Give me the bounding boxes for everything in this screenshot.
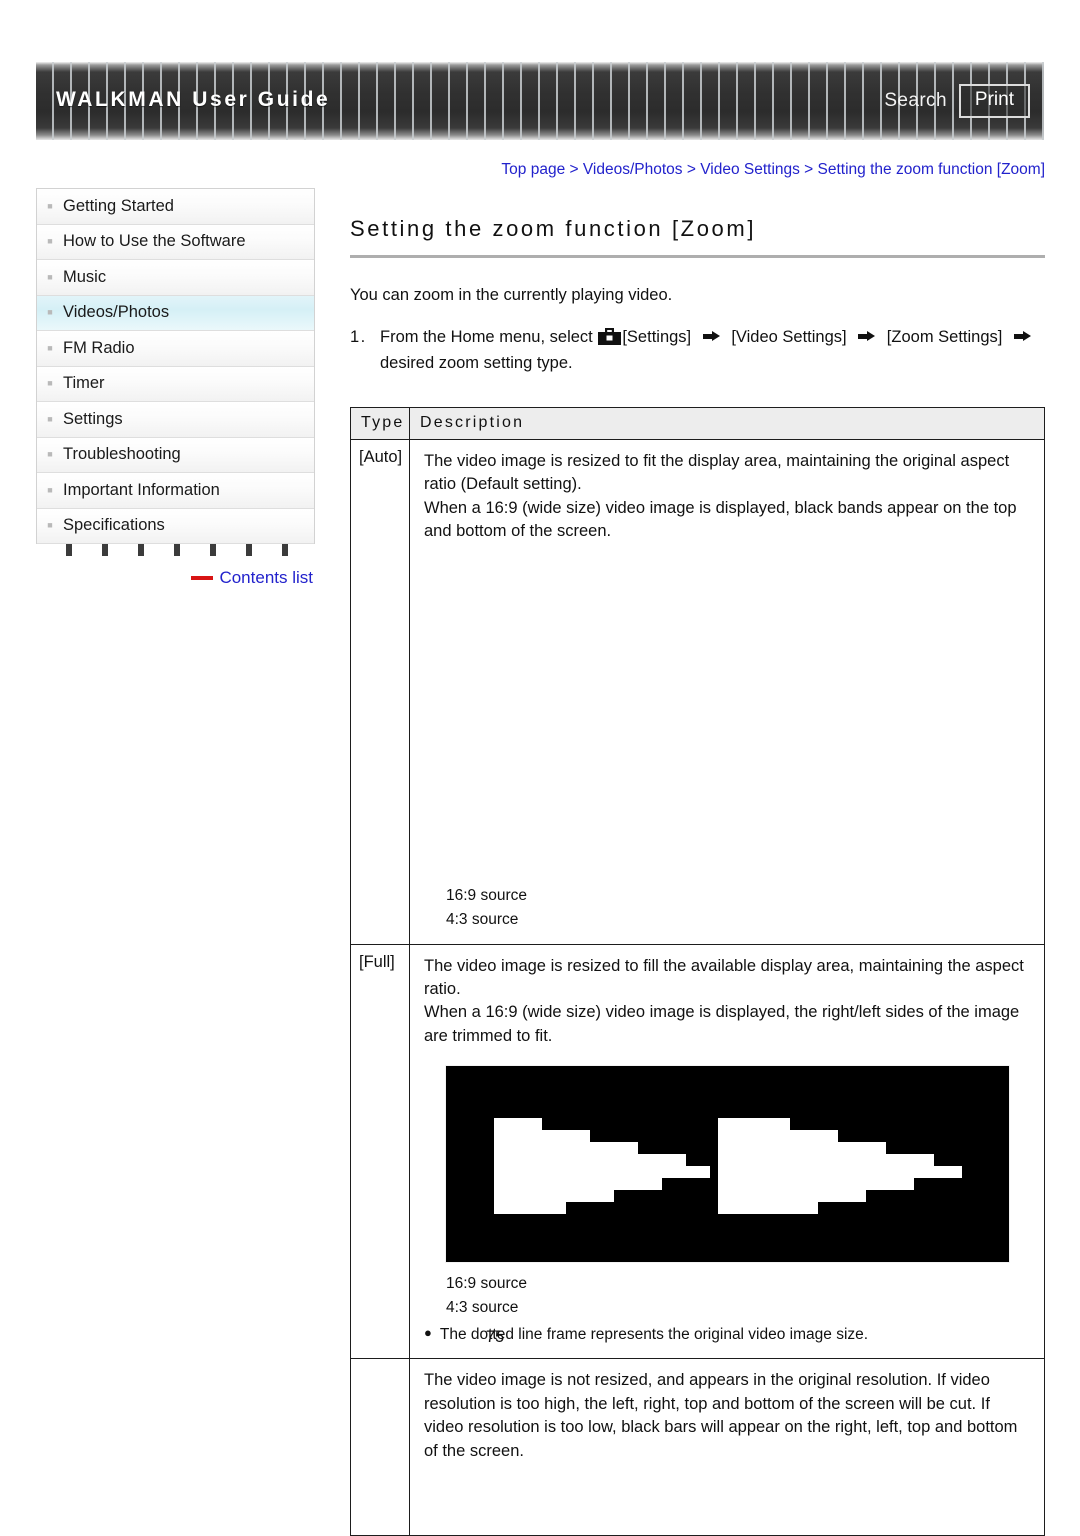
sidebar-item-fm-radio[interactable]: ■ FM Radio (37, 331, 314, 367)
step-body: From the Home menu, select [Settings] [V… (380, 324, 1045, 377)
description-line: The video image is resized to fill the a… (424, 956, 1024, 998)
page-title: Setting the zoom function [Zoom] (350, 216, 757, 242)
site-header: WALKMAN User Guide Search Print (36, 62, 1044, 140)
sidebar-item-label: Important Information (63, 480, 220, 499)
sidebar-item-label: Settings (63, 409, 123, 428)
contents-list-row: Contents list (36, 568, 315, 588)
sidebar-item-settings[interactable]: ■ Settings (37, 402, 314, 438)
row-type-auto: [Auto] (350, 438, 410, 945)
full-sample-image (445, 1065, 1010, 1264)
right-arrow-icon (858, 331, 876, 342)
column-header-description: Description (409, 406, 1045, 440)
sidebar-item-videos-photos[interactable]: ■ Videos/Photos (37, 295, 314, 331)
search-link[interactable]: Search (884, 90, 947, 112)
caption-4-3-source: 4:3 source (446, 910, 519, 928)
print-button[interactable]: Print (958, 84, 1030, 118)
step-number: 1. (350, 328, 367, 347)
table-row: [Full] The video image is resized to fil… (350, 943, 1045, 1360)
zoom-types-table: Type Description [Auto] The video image … (350, 406, 1045, 1536)
toolbox-icon (598, 327, 622, 346)
right-arrow-icon (702, 331, 720, 342)
description-line: The video image is resized to fit the di… (424, 451, 1010, 494)
description-line: When a 16:9 (wide size) video image is d… (424, 498, 1017, 541)
caption-4-3-source: 4:3 source (446, 1299, 519, 1317)
bullet-icon: ■ (47, 307, 53, 318)
auto-sample-image (446, 553, 1009, 884)
step-text-before: From the Home menu, select (380, 328, 593, 347)
breadcrumb[interactable]: Top page > Videos/Photos > Video Setting… (350, 160, 1045, 180)
caption-16-9-source: 16:9 source (446, 886, 527, 904)
table-head: Type Description (350, 406, 1045, 440)
sidebar-item-label: FM Radio (63, 338, 135, 357)
intro-paragraph: You can zoom in the currently playing vi… (350, 286, 673, 305)
sidebar-item-label: Videos/Photos (63, 303, 170, 322)
settings-label: [Settings] (622, 328, 692, 347)
row-description-auto: The video image is resized to fit the di… (409, 438, 1045, 945)
sidebar-item-label: Music (63, 267, 107, 286)
sidebar-item-label: Timer (63, 374, 105, 393)
zoom-settings-label: [Zoom Settings] (886, 328, 1003, 347)
column-header-type: Type (350, 406, 410, 440)
sidebar-item-specifications[interactable]: ■ Specifications (37, 508, 314, 544)
sidebar-item-getting-started[interactable]: ■ Getting Started (37, 189, 314, 225)
bullet-icon: ■ (47, 342, 53, 353)
sidebar-item-label: Troubleshooting (63, 445, 181, 464)
sidebar-item-timer[interactable]: ■ Timer (37, 366, 314, 402)
row-spacer (424, 1463, 1030, 1523)
sidebar-item-label: How to Use the Software (63, 232, 246, 251)
right-arrow-icon (1013, 331, 1031, 342)
sidebar: ■ Getting Started ■ How to Use the Softw… (36, 188, 315, 588)
sidebar-item-troubleshooting[interactable]: ■ Troubleshooting (37, 437, 314, 473)
step-1: 1. From the Home menu, select [Settings]… (350, 324, 1045, 377)
header-actions: Search Print (884, 84, 1030, 118)
sidebar-item-label: Specifications (63, 516, 165, 535)
bullet-icon: ■ (47, 413, 53, 424)
table-body: [Auto] The video image is resized to fit… (350, 438, 1045, 1536)
bullet-icon: ■ (47, 200, 53, 211)
description-line: When a 16:9 (wide size) video image is d… (424, 1003, 1020, 1045)
bullet-icon: ■ (47, 449, 53, 460)
row-description-full: The video image is resized to fill the a… (409, 943, 1045, 1360)
table-header-row: Type Description (350, 406, 1045, 440)
title-divider (350, 255, 1045, 259)
sidebar-bottom-divider (36, 544, 315, 556)
table-row: [Auto] The video image is resized to fit… (350, 438, 1045, 945)
bullet-icon: ■ (47, 236, 53, 247)
sidebar-item-label: Getting Started (63, 196, 174, 215)
row-description-original: The video image is not resized, and appe… (409, 1358, 1045, 1536)
step-text-after: desired zoom setting type. (380, 354, 573, 373)
table-row: The video image is not resized, and appe… (350, 1358, 1045, 1536)
sidebar-nav-list: ■ Getting Started ■ How to Use the Softw… (36, 188, 315, 544)
description-line: The video image is not resized, and appe… (424, 1371, 1018, 1460)
caption-16-9-source: 16:9 source (446, 1275, 527, 1293)
row-type-full: [Full] (350, 943, 410, 1360)
sidebar-item-how-to-use-the-software[interactable]: ■ How to Use the Software (37, 224, 314, 260)
sidebar-item-music[interactable]: ■ Music (37, 260, 314, 296)
video-settings-label: [Video Settings] (731, 328, 847, 347)
row-type-empty (350, 1358, 410, 1536)
contents-list-link[interactable]: Contents list (219, 568, 313, 588)
bullet-icon: ■ (47, 378, 53, 389)
red-dash-icon (191, 576, 214, 580)
sidebar-item-important-information[interactable]: ■ Important Information (37, 473, 314, 509)
page-number: 75 (485, 1328, 505, 1346)
bullet-icon: ■ (47, 271, 53, 282)
site-title: WALKMAN User Guide (56, 88, 331, 111)
bullet-icon: ■ (47, 484, 53, 495)
bullet-icon: ■ (47, 520, 53, 531)
